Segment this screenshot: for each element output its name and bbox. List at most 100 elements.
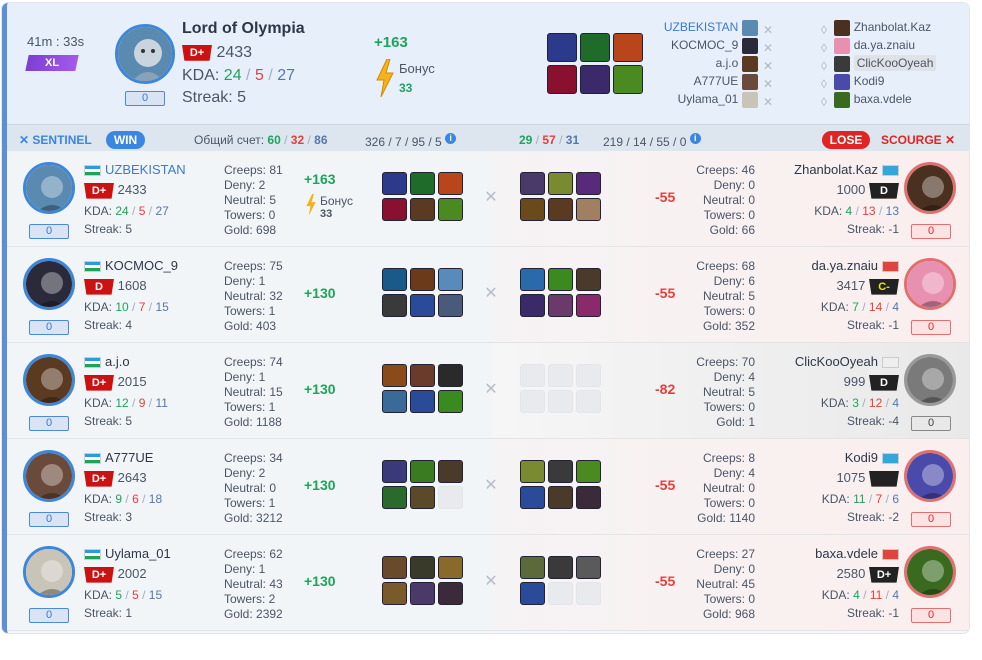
item-icon[interactable] <box>410 460 435 483</box>
roster-player-right[interactable]: ◊ ClicKooOyeah <box>817 54 967 73</box>
roster-player-left[interactable]: KOCMOC_9 ✕ <box>607 36 775 55</box>
roster-player-right[interactable]: ◊ Kodi9 <box>817 72 967 91</box>
item-icon[interactable] <box>548 582 573 605</box>
player-badge[interactable]: 0 <box>911 224 951 239</box>
item-icon[interactable] <box>576 582 601 605</box>
player-name[interactable]: baxa.vdele <box>767 546 899 561</box>
roster-player-left[interactable]: Uylama_01 ✕ <box>607 90 775 109</box>
item-icon[interactable] <box>576 556 601 579</box>
item-icon[interactable] <box>520 390 545 413</box>
item-icon[interactable] <box>548 460 573 483</box>
player-name[interactable]: UZBEKISTAN <box>84 162 186 177</box>
roster-player-left[interactable]: a.j.o ✕ <box>607 54 775 73</box>
player-badge[interactable]: 0 <box>911 320 951 335</box>
item-icon[interactable] <box>382 390 407 413</box>
item-icon[interactable] <box>410 294 435 317</box>
mvp-badge[interactable]: 0 <box>125 91 165 106</box>
player-name[interactable]: KOCMOC_9 <box>84 258 178 273</box>
item-icon[interactable] <box>410 198 435 221</box>
hero-avatar[interactable] <box>904 258 956 310</box>
item-icon[interactable] <box>410 582 435 605</box>
hero-avatar[interactable] <box>23 354 75 406</box>
item-icon[interactable] <box>438 268 463 291</box>
roster-player-left[interactable]: UZBEKISTAN ✕ <box>607 18 775 37</box>
info-icon[interactable]: i <box>689 133 701 144</box>
item-icon[interactable] <box>576 390 601 413</box>
item-icon[interactable] <box>548 294 573 317</box>
player-badge[interactable]: 0 <box>29 416 69 431</box>
player-badge[interactable]: 0 <box>29 224 69 239</box>
item-icon[interactable] <box>438 460 463 483</box>
item-icon[interactable] <box>410 390 435 413</box>
item-icon[interactable] <box>580 33 610 62</box>
item-icon[interactable] <box>548 390 573 413</box>
player-name[interactable]: da.ya.znaiu <box>767 258 899 273</box>
item-icon[interactable] <box>438 390 463 413</box>
player-badge[interactable]: 0 <box>911 608 951 623</box>
item-icon[interactable] <box>438 172 463 195</box>
hero-avatar[interactable] <box>23 450 75 502</box>
item-icon[interactable] <box>520 556 545 579</box>
item-icon[interactable] <box>576 460 601 483</box>
item-icon[interactable] <box>438 486 463 509</box>
item-icon[interactable] <box>576 268 601 291</box>
player-badge[interactable]: 0 <box>29 608 69 623</box>
item-icon[interactable] <box>410 486 435 509</box>
info-icon[interactable]: i <box>445 133 457 144</box>
item-icon[interactable] <box>438 582 463 605</box>
item-icon[interactable] <box>438 364 463 387</box>
player-badge[interactable]: 0 <box>911 416 951 431</box>
hero-avatar[interactable] <box>904 450 956 502</box>
roster-player-right[interactable]: ◊ baxa.vdele <box>817 90 967 109</box>
player-name[interactable]: A777UE <box>84 450 153 465</box>
item-icon[interactable] <box>548 556 573 579</box>
item-icon[interactable] <box>548 486 573 509</box>
item-icon[interactable] <box>382 460 407 483</box>
item-icon[interactable] <box>410 172 435 195</box>
item-icon[interactable] <box>382 268 407 291</box>
item-icon[interactable] <box>382 294 407 317</box>
item-icon[interactable] <box>548 364 573 387</box>
mvp-name[interactable]: Lord of Olympia <box>182 20 305 38</box>
item-icon[interactable] <box>520 486 545 509</box>
hero-avatar[interactable] <box>904 354 956 406</box>
item-icon[interactable] <box>520 198 545 221</box>
roster-player-right[interactable]: ◊ da.ya.znaiu <box>817 36 967 55</box>
hero-avatar[interactable] <box>23 162 75 214</box>
player-badge[interactable]: 0 <box>911 512 951 527</box>
player-name[interactable]: a.j.o <box>84 354 130 369</box>
item-icon[interactable] <box>410 556 435 579</box>
mvp-hero-avatar[interactable] <box>115 24 175 84</box>
item-icon[interactable] <box>382 556 407 579</box>
item-icon[interactable] <box>520 268 545 291</box>
item-icon[interactable] <box>438 294 463 317</box>
item-icon[interactable] <box>438 556 463 579</box>
roster-player-right[interactable]: ◊ Zhanbolat.Kaz <box>817 18 967 37</box>
item-icon[interactable] <box>576 172 601 195</box>
item-icon[interactable] <box>576 198 601 221</box>
hero-avatar[interactable] <box>23 546 75 598</box>
item-icon[interactable] <box>520 172 545 195</box>
item-icon[interactable] <box>520 364 545 387</box>
item-icon[interactable] <box>520 582 545 605</box>
item-icon[interactable] <box>547 65 577 94</box>
player-badge[interactable]: 0 <box>29 320 69 335</box>
item-icon[interactable] <box>382 582 407 605</box>
item-icon[interactable] <box>382 364 407 387</box>
item-icon[interactable] <box>382 172 407 195</box>
item-icon[interactable] <box>410 364 435 387</box>
item-icon[interactable] <box>548 268 573 291</box>
hero-avatar[interactable] <box>904 162 956 214</box>
item-icon[interactable] <box>548 172 573 195</box>
item-icon[interactable] <box>438 198 463 221</box>
hero-avatar[interactable] <box>904 546 956 598</box>
item-icon[interactable] <box>580 65 610 94</box>
item-icon[interactable] <box>520 460 545 483</box>
player-badge[interactable]: 0 <box>29 512 69 527</box>
item-icon[interactable] <box>382 486 407 509</box>
item-icon[interactable] <box>576 364 601 387</box>
item-icon[interactable] <box>576 294 601 317</box>
player-name[interactable]: Uylama_01 <box>84 546 171 561</box>
player-name[interactable]: Kodi9 <box>767 450 899 465</box>
item-icon[interactable] <box>547 33 577 62</box>
